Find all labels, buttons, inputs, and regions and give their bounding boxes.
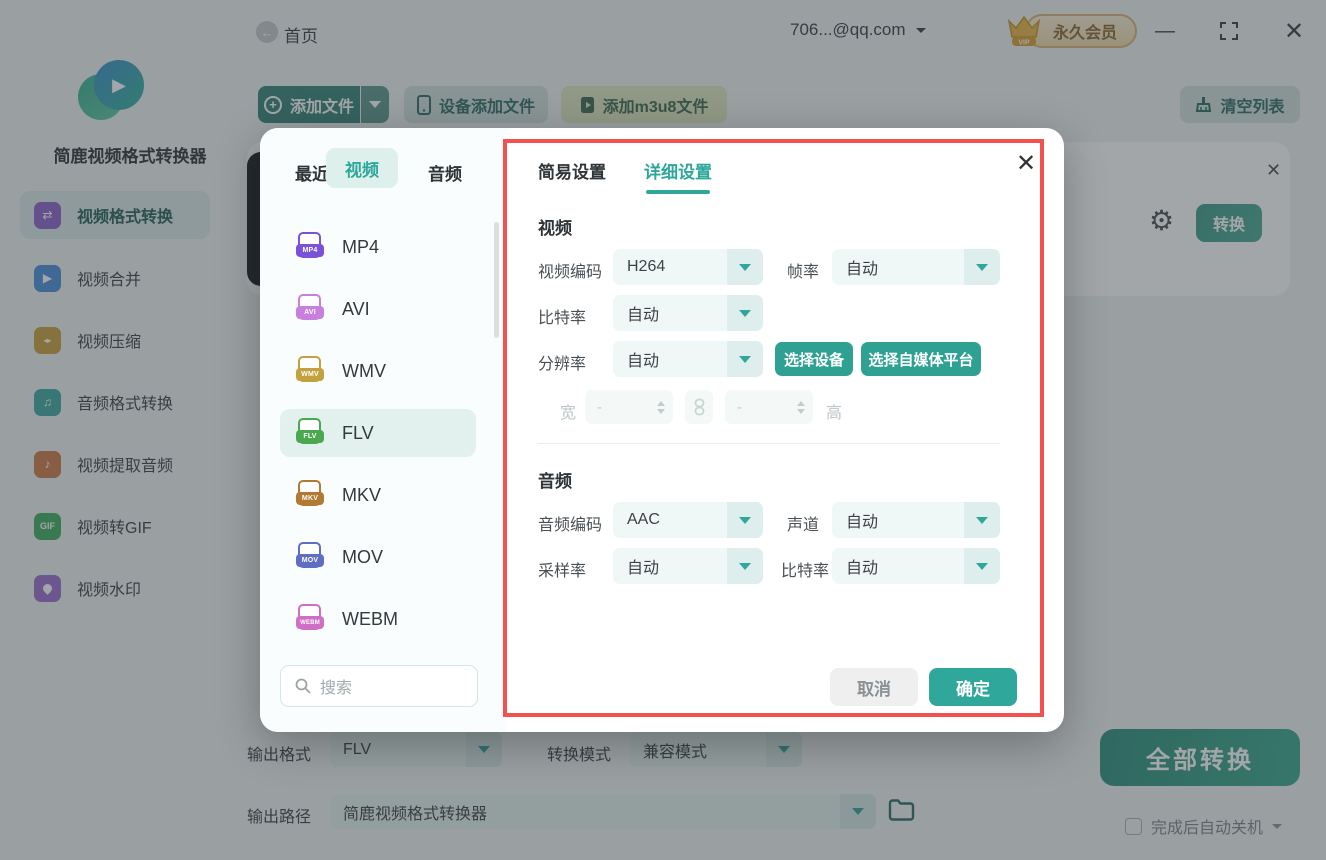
framerate-label: 帧率 bbox=[787, 264, 820, 281]
link-icon bbox=[694, 398, 704, 416]
format-list-scrollbar[interactable] bbox=[494, 222, 499, 338]
format-item-flv[interactable]: FLV FLV bbox=[280, 409, 476, 457]
chevron-down-icon bbox=[739, 263, 751, 271]
format-settings-dialog: 最近 视频 音频 MP4 MP4 AVI AVI WMV WMV FLV FLV… bbox=[260, 128, 1064, 732]
tab-video[interactable]: 视频 bbox=[326, 148, 398, 188]
wmv-file-icon: WMV bbox=[296, 356, 324, 386]
chevron-down-icon bbox=[739, 355, 751, 363]
chevron-down-icon bbox=[976, 516, 988, 524]
video-bitrate-label: 比特率 bbox=[538, 310, 587, 327]
channel-label: 声道 bbox=[787, 517, 820, 534]
format-search-input[interactable]: 搜索 bbox=[280, 665, 478, 707]
audio-section-header: 音频 bbox=[538, 472, 572, 491]
app-window: ← 首页 706...@qq.com VIP 永久会员 — ✕ ▶ 简鹿视频格式… bbox=[0, 0, 1326, 860]
lock-aspect-ratio-button[interactable] bbox=[685, 390, 713, 424]
channel-select[interactable]: 自动 bbox=[832, 502, 1000, 538]
search-icon bbox=[295, 678, 311, 694]
confirm-button[interactable]: 确定 bbox=[929, 668, 1017, 706]
video-bitrate-select[interactable]: 自动 bbox=[613, 295, 763, 331]
tab-simple-settings[interactable]: 简易设置 bbox=[538, 158, 606, 183]
format-item-webm[interactable]: WEBM WEBM bbox=[280, 595, 476, 643]
format-item-mkv[interactable]: MKV MKV bbox=[280, 471, 476, 519]
select-device-button[interactable]: 选择设备 bbox=[775, 342, 853, 376]
chevron-down-icon bbox=[976, 562, 988, 570]
width-label: 宽 bbox=[560, 405, 577, 422]
framerate-select[interactable]: 自动 bbox=[832, 249, 1000, 285]
format-item-wmv[interactable]: WMV WMV bbox=[280, 347, 476, 395]
samplerate-label: 采样率 bbox=[538, 563, 587, 580]
audio-codec-select[interactable]: AAC bbox=[613, 502, 763, 538]
width-input[interactable]: - bbox=[585, 390, 673, 424]
chevron-down-icon bbox=[976, 263, 988, 271]
mkv-file-icon: MKV bbox=[296, 480, 324, 510]
format-item-mov[interactable]: MOV MOV bbox=[280, 533, 476, 581]
chevron-down-icon bbox=[739, 309, 751, 317]
height-input[interactable]: - bbox=[725, 390, 813, 424]
audio-bitrate-select[interactable]: 自动 bbox=[832, 548, 1000, 584]
format-item-mp4[interactable]: MP4 MP4 bbox=[280, 223, 476, 271]
chevron-down-icon bbox=[739, 562, 751, 570]
width-stepper[interactable] bbox=[657, 400, 665, 414]
video-codec-select[interactable]: H264 bbox=[613, 249, 763, 285]
section-divider bbox=[538, 443, 1000, 444]
active-tab-underline bbox=[646, 190, 710, 194]
flv-file-icon: FLV bbox=[296, 418, 324, 448]
mp4-file-icon: MP4 bbox=[296, 232, 324, 262]
video-section-header: 视频 bbox=[538, 219, 572, 238]
tab-recent[interactable]: 最近 bbox=[295, 160, 329, 185]
format-item-avi[interactable]: AVI AVI bbox=[280, 285, 476, 333]
tab-audio[interactable]: 音频 bbox=[428, 160, 462, 185]
audio-bitrate-label: 比特率 bbox=[781, 563, 830, 580]
resolution-select[interactable]: 自动 bbox=[613, 341, 763, 377]
close-dialog-button[interactable]: ✕ bbox=[1016, 152, 1036, 176]
resolution-label: 分辨率 bbox=[538, 356, 587, 373]
samplerate-select[interactable]: 自动 bbox=[613, 548, 763, 584]
webm-file-icon: WEBM bbox=[296, 604, 324, 634]
chevron-down-icon bbox=[739, 516, 751, 524]
height-stepper[interactable] bbox=[797, 400, 805, 414]
cancel-button[interactable]: 取消 bbox=[830, 668, 918, 706]
audio-codec-label: 音频编码 bbox=[538, 517, 603, 534]
annotation-highlight-rectangle bbox=[503, 139, 1044, 717]
height-label: 高 bbox=[826, 405, 843, 422]
avi-file-icon: AVI bbox=[296, 294, 324, 324]
tab-detail-settings[interactable]: 详细设置 bbox=[644, 158, 712, 183]
mov-file-icon: MOV bbox=[296, 542, 324, 572]
video-codec-label: 视频编码 bbox=[538, 264, 603, 281]
select-media-platform-button[interactable]: 选择自媒体平台 bbox=[861, 342, 981, 376]
